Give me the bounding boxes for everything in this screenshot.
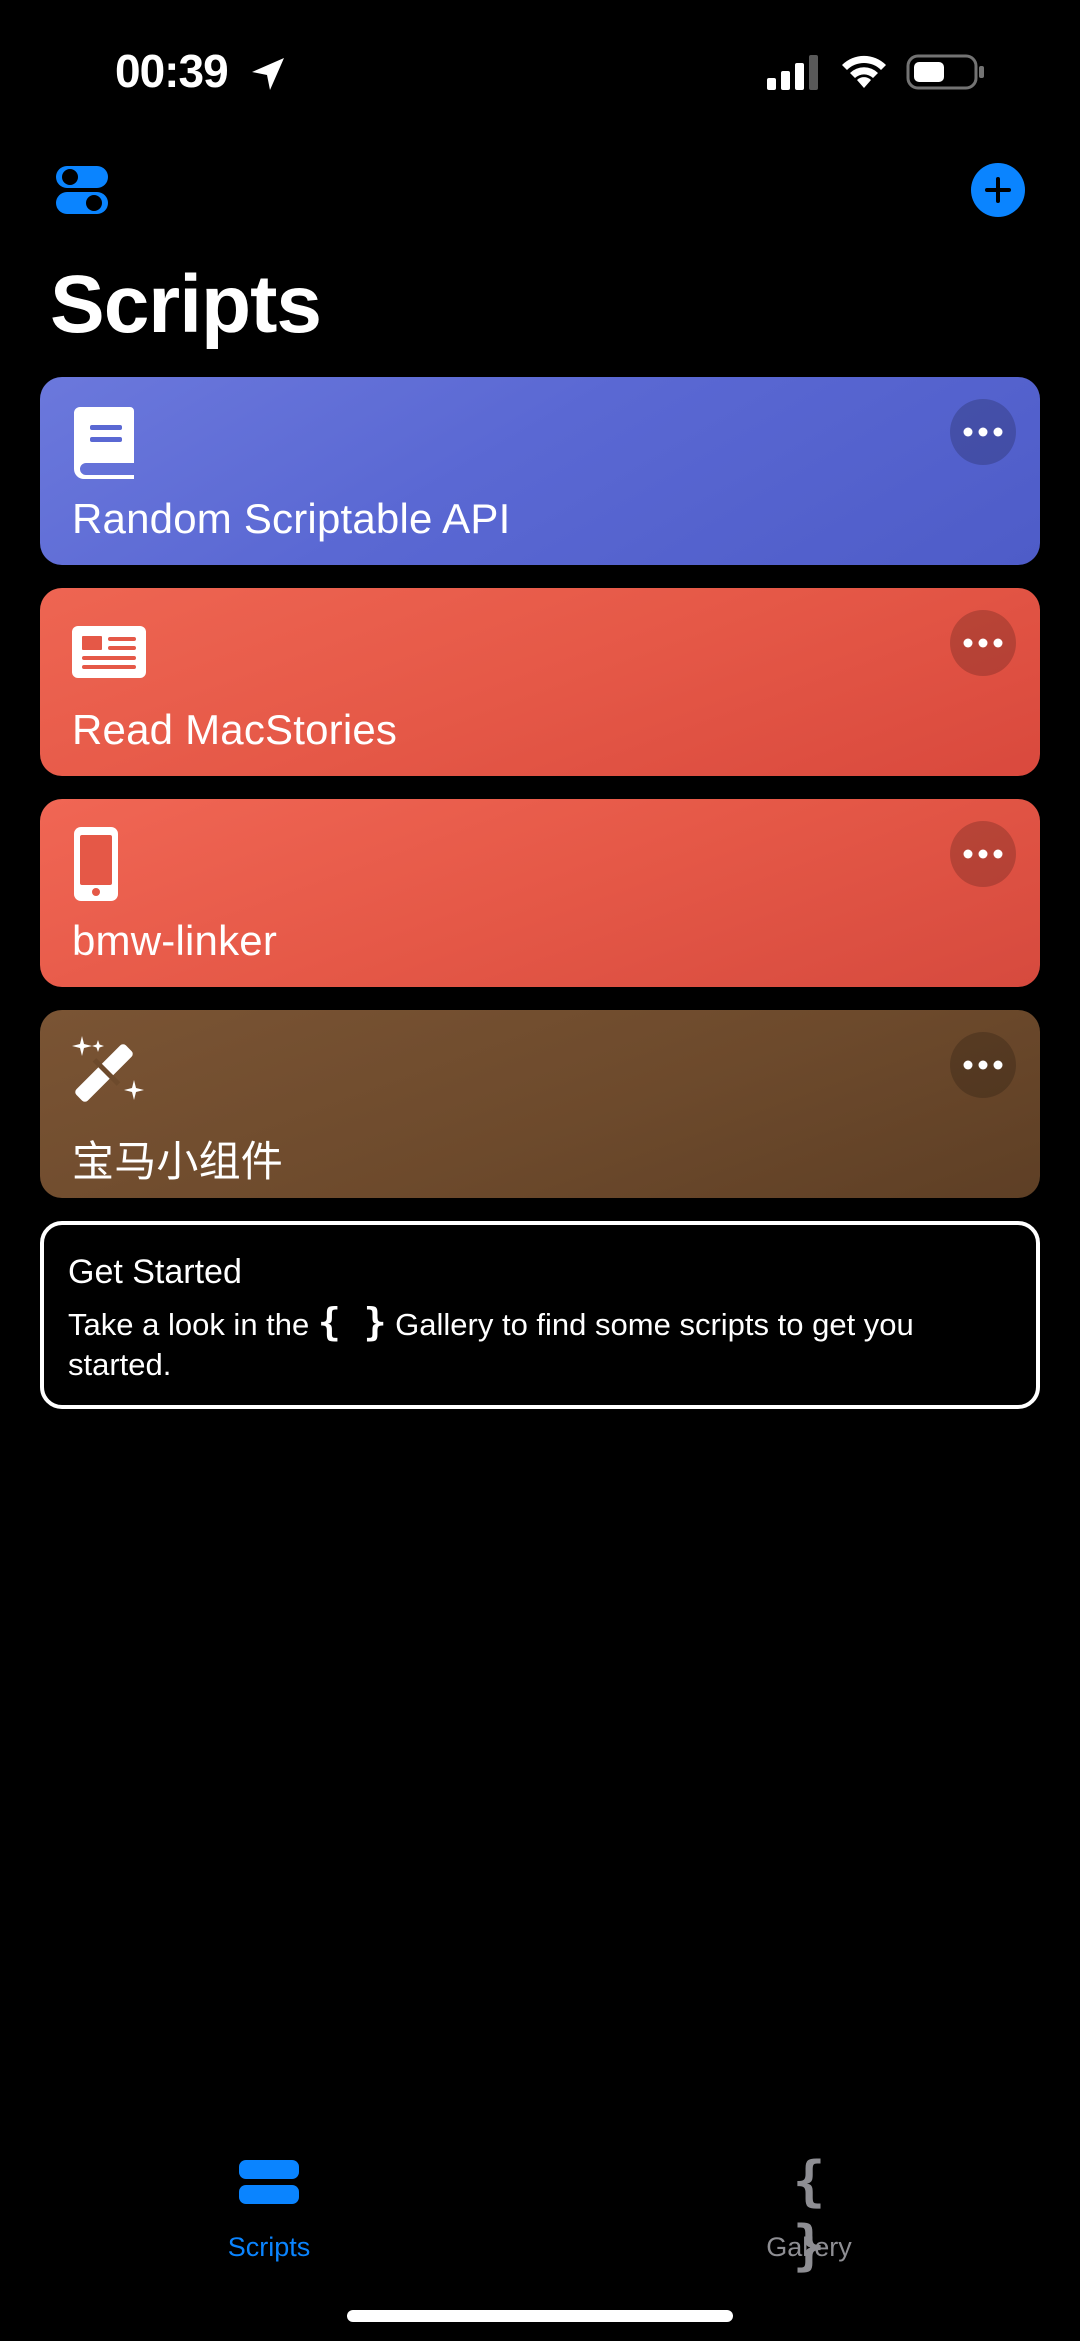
tab-scripts[interactable]: Scripts [169,2150,369,2263]
gallery-braces-icon: { } [317,1300,387,1344]
magic-wand-icon [72,1036,144,1102]
more-options-button[interactable] [950,610,1016,676]
get-started-text: Take a look in the { } Gallery to find s… [68,1302,968,1385]
add-script-button[interactable] [971,163,1025,217]
book-icon [74,407,134,479]
wifi-icon [842,55,886,88]
battery-icon [906,54,984,90]
status-time: 00:39 [115,45,229,97]
get-started-title: Get Started [68,1253,242,1291]
get-started-text-before: Take a look in the [68,1307,310,1342]
get-started-panel[interactable]: Get Started Take a look in the { } Galle… [40,1221,1040,1409]
page-title: Scripts [50,259,322,350]
script-card[interactable]: Read MacStories [40,588,1040,776]
script-title: Random Scriptable API [72,495,511,542]
newspaper-icon [72,626,146,678]
plus-icon [985,177,1011,203]
home-indicator [347,2310,733,2322]
script-card[interactable]: Random Scriptable API [40,377,1040,565]
cellular-signal-icon [767,55,818,90]
ellipsis-icon [963,427,1003,437]
tab-gallery[interactable]: { } Gallery [709,2150,909,2277]
stack-icon [239,2160,299,2204]
script-card[interactable]: bmw-linker [40,799,1040,987]
more-options-button[interactable] [950,1032,1016,1098]
tab-gallery-label: Gallery [766,2232,852,2262]
phone-icon [74,827,118,901]
location-arrow-icon [252,58,284,90]
script-title: bmw-linker [72,917,278,964]
ellipsis-icon [963,1060,1003,1070]
tab-scripts-label: Scripts [227,2232,311,2262]
script-card[interactable]: 宝马小组件 [40,1010,1040,1198]
script-title: 宝马小组件 [72,1138,284,1185]
more-options-button[interactable] [950,399,1016,465]
ellipsis-icon [963,638,1003,648]
more-options-button[interactable] [950,821,1016,887]
settings-toggle-icon[interactable] [56,164,108,216]
curly-braces-icon: { } [792,2150,826,2277]
script-title: Read MacStories [72,706,398,753]
ellipsis-icon [963,849,1003,859]
